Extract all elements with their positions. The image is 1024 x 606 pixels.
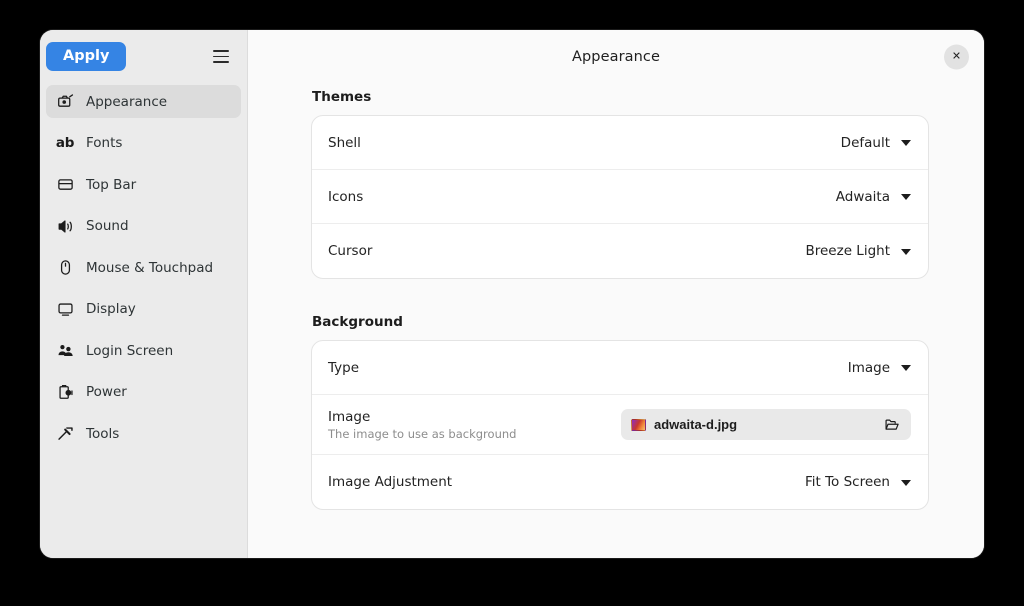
row-labels: Image The image to use as background <box>328 409 516 441</box>
sidebar-item-top-bar[interactable]: Top Bar <box>46 168 241 201</box>
row-label: Cursor <box>328 243 372 259</box>
shell-dropdown[interactable]: Default <box>841 135 911 151</box>
sidebar-item-label: Login Screen <box>86 343 173 359</box>
sidebar-item-sound[interactable]: Sound <box>46 210 241 243</box>
chevron-down-icon <box>901 480 911 486</box>
row-value: Image <box>848 360 890 376</box>
file-name-label: adwaita-d.jpg <box>654 417 737 432</box>
cursor-dropdown[interactable]: Breeze Light <box>805 243 911 259</box>
row-icons[interactable]: Icons Adwaita <box>312 170 928 224</box>
row-labels: Icons <box>328 189 363 205</box>
image-thumbnail-icon <box>631 419 646 431</box>
chevron-down-icon <box>901 365 911 371</box>
sidebar-item-power[interactable]: Power <box>46 376 241 409</box>
settings-window: Apply Appearance ab <box>40 30 984 558</box>
row-labels: Type <box>328 360 359 376</box>
sidebar-item-appearance[interactable]: Appearance <box>46 85 241 118</box>
background-card: Type Image Image The image to use as bac… <box>311 340 929 510</box>
sidebar-item-label: Tools <box>86 426 119 442</box>
sidebar-item-label: Power <box>86 384 127 400</box>
row-label: Image Adjustment <box>328 474 452 490</box>
row-value: Breeze Light <box>805 243 890 259</box>
section-title-themes: Themes <box>312 89 929 105</box>
login-users-icon <box>56 342 74 360</box>
sound-speaker-icon <box>56 217 74 235</box>
power-plug-icon <box>56 383 74 401</box>
hamburger-menu-icon[interactable] <box>207 43 235 71</box>
top-bar-icon <box>56 176 74 194</box>
row-label: Icons <box>328 189 363 205</box>
row-value: Adwaita <box>836 189 890 205</box>
apply-button[interactable]: Apply <box>46 42 126 72</box>
sidebar-item-label: Sound <box>86 218 129 234</box>
row-type[interactable]: Type Image <box>312 341 928 395</box>
type-dropdown[interactable]: Image <box>848 360 911 376</box>
row-cursor[interactable]: Cursor Breeze Light <box>312 224 928 278</box>
display-monitor-icon <box>56 300 74 318</box>
icons-dropdown[interactable]: Adwaita <box>836 189 911 205</box>
sidebar-item-mouse-touchpad[interactable]: Mouse & Touchpad <box>46 251 241 284</box>
chevron-down-icon <box>901 249 911 255</box>
settings-scroll-area[interactable]: Themes Shell Default Icons <box>248 83 984 558</box>
row-labels: Cursor <box>328 243 372 259</box>
open-folder-icon <box>884 417 900 433</box>
sidebar-item-tools[interactable]: Tools <box>46 417 241 450</box>
tools-hammer-icon <box>56 425 74 443</box>
sidebar-item-label: Display <box>86 301 136 317</box>
content-pane: Appearance ✕ Themes Shell Default <box>248 30 984 558</box>
image-adjustment-dropdown[interactable]: Fit To Screen <box>805 474 911 490</box>
file-chooser-left: adwaita-d.jpg <box>631 417 737 432</box>
sidebar-item-label: Fonts <box>86 135 122 151</box>
sidebar: Apply Appearance ab <box>40 30 248 558</box>
sidebar-nav-list: Appearance ab Fonts Top Bar <box>40 83 247 558</box>
sidebar-item-login-screen[interactable]: Login Screen <box>46 334 241 367</box>
row-subtitle: The image to use as background <box>328 427 516 441</box>
section-title-background: Background <box>312 314 929 330</box>
titlebar: Appearance ✕ <box>248 30 984 83</box>
row-value: Default <box>841 135 890 151</box>
row-shell[interactable]: Shell Default <box>312 116 928 170</box>
sidebar-item-label: Top Bar <box>86 177 136 193</box>
mouse-icon <box>56 259 74 277</box>
chevron-down-icon <box>901 194 911 200</box>
appearance-icon <box>56 93 74 111</box>
row-value: Fit To Screen <box>805 474 890 490</box>
row-image-adjustment[interactable]: Image Adjustment Fit To Screen <box>312 455 928 509</box>
sidebar-item-label: Mouse & Touchpad <box>86 260 213 276</box>
page-title: Appearance <box>572 49 660 65</box>
themes-card: Shell Default Icons Adwaita <box>311 115 929 279</box>
sidebar-item-display[interactable]: Display <box>46 293 241 326</box>
close-icon[interactable]: ✕ <box>944 44 969 69</box>
row-label: Type <box>328 360 359 376</box>
sidebar-header: Apply <box>40 30 247 83</box>
chevron-down-icon <box>901 140 911 146</box>
row-label: Shell <box>328 135 361 151</box>
image-file-chooser-button[interactable]: adwaita-d.jpg <box>621 409 911 440</box>
row-image[interactable]: Image The image to use as background adw… <box>312 395 928 455</box>
row-labels: Shell <box>328 135 361 151</box>
sidebar-item-label: Appearance <box>86 94 167 110</box>
fonts-ab-icon: ab <box>56 134 74 152</box>
sidebar-item-fonts[interactable]: ab Fonts <box>46 127 241 160</box>
row-label: Image <box>328 409 516 425</box>
row-labels: Image Adjustment <box>328 474 452 490</box>
